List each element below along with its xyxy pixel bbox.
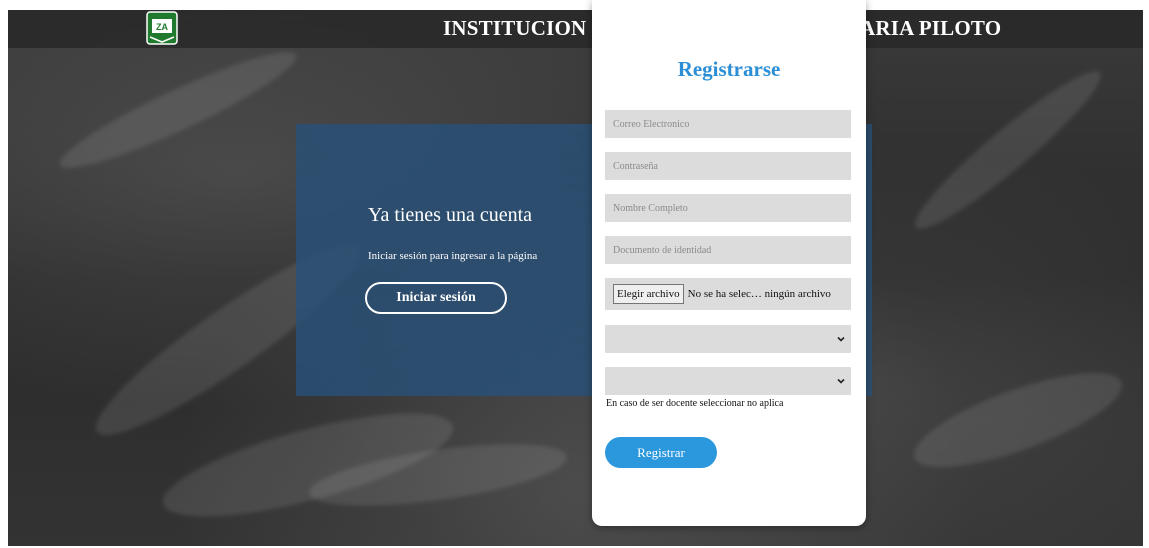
- svg-text:ZA: ZA: [156, 22, 168, 32]
- site-title-right: ARIA PILOTO: [860, 16, 1002, 40]
- password-field[interactable]: [605, 152, 851, 180]
- chevron-down-icon: [837, 336, 845, 342]
- login-heading: Ya tienes una cuenta: [368, 204, 533, 226]
- email-field[interactable]: [605, 110, 851, 138]
- register-card: Registrarse Elegir archivo No se ha sele…: [592, 0, 866, 526]
- login-subtitle: Iniciar sesión para ingresar a la página: [368, 250, 538, 262]
- document-field[interactable]: [605, 236, 851, 264]
- register-title: Registrarse: [677, 57, 781, 81]
- school-shield-logo-icon: ZA: [146, 11, 178, 45]
- page: ZA INSTITUCION ARIA PILOTO Ya tienes una…: [0, 0, 1149, 548]
- select-1[interactable]: [605, 325, 851, 353]
- choose-file-button[interactable]: Elegir archivo: [613, 284, 684, 304]
- login-button[interactable]: Iniciar sesión: [365, 282, 507, 314]
- file-status: No se ha selec… ningún archivo: [687, 288, 831, 300]
- fullname-field[interactable]: [605, 194, 851, 222]
- site-title-left: INSTITUCION: [443, 16, 587, 40]
- teacher-note: En caso de ser docente seleccionar no ap…: [606, 398, 784, 409]
- select-2[interactable]: [605, 367, 851, 395]
- register-button[interactable]: Registrar: [605, 437, 717, 468]
- file-input: Elegir archivo No se ha selec… ningún ar…: [605, 278, 851, 310]
- chevron-down-icon: [837, 378, 845, 384]
